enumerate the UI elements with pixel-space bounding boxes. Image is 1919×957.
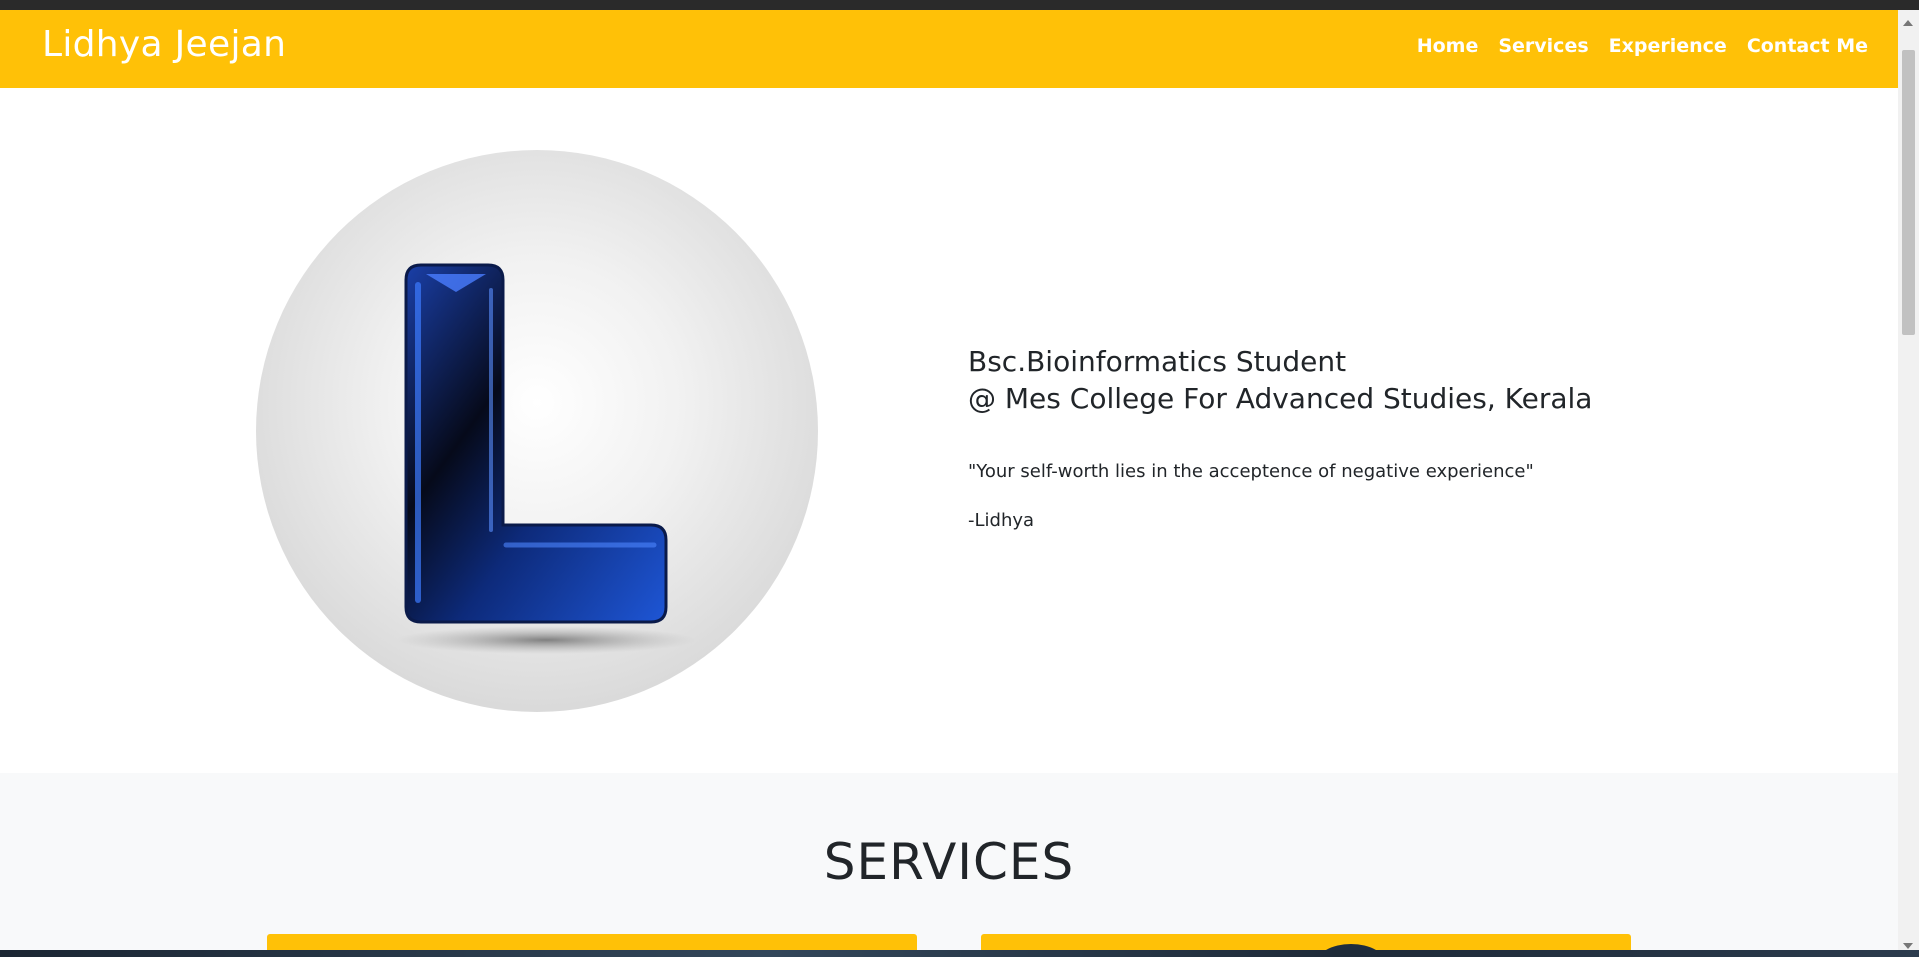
browser-top-strip xyxy=(0,0,1919,10)
role-line-1: Bsc.Bioinformatics Student xyxy=(968,345,1347,378)
taskbar-strip xyxy=(0,950,1919,957)
scroll-up-arrow-icon[interactable] xyxy=(1903,20,1913,26)
services-section: SERVICES xyxy=(0,773,1898,957)
scrollbar[interactable] xyxy=(1898,10,1919,957)
scroll-down-arrow-icon[interactable] xyxy=(1903,943,1913,949)
quote-text: "Your self-worth lies in the acceptence … xyxy=(968,461,1534,482)
nav-links: Home Services Experience Contact Me xyxy=(1417,35,1868,57)
nav-services[interactable]: Services xyxy=(1498,35,1588,57)
nav-contact-me[interactable]: Contact Me xyxy=(1747,35,1868,57)
nav-home[interactable]: Home xyxy=(1417,35,1479,57)
navbar: Lidhya Jeejan Home Services Experience C… xyxy=(0,10,1898,88)
hero-section: Bsc.Bioinformatics Student @ Mes College… xyxy=(0,88,1898,773)
role-line-2: @ Mes College For Advanced Studies, Kera… xyxy=(968,382,1593,415)
scroll-thumb[interactable] xyxy=(1902,50,1915,335)
nav-experience[interactable]: Experience xyxy=(1609,35,1727,57)
letter-l-logo-icon xyxy=(396,263,696,654)
services-title: SERVICES xyxy=(823,833,1075,891)
profile-image xyxy=(256,150,818,712)
quote-author: -Lidhya xyxy=(968,510,1035,531)
hero-text: Bsc.Bioinformatics Student @ Mes College… xyxy=(968,343,1768,531)
brand-title[interactable]: Lidhya Jeejan xyxy=(42,24,286,65)
